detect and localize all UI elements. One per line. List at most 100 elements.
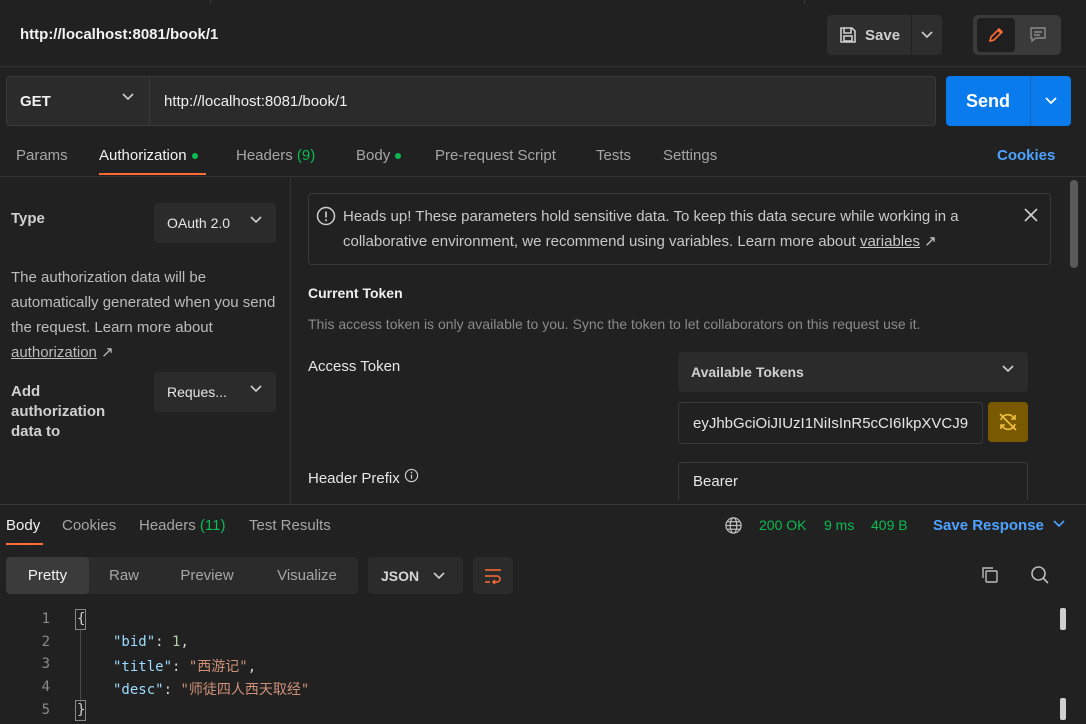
code-line-1[interactable]: {	[77, 611, 85, 627]
tab-count: (11)	[199, 517, 226, 534]
tab-label: Settings	[663, 147, 718, 164]
response-time[interactable]: 9 ms	[824, 517, 854, 533]
header-prefix-text: Header Prefix	[308, 470, 400, 487]
auth-description-text: The authorization data will be automatic…	[11, 269, 276, 336]
view-raw-button[interactable]: Raw	[89, 557, 159, 594]
code-line-4[interactable]: "desc": "师徒四人西天取经"	[113, 679, 309, 699]
brace-close: }	[77, 702, 86, 718]
available-tokens-select[interactable]: Available Tokens	[678, 352, 1028, 392]
save-response-button[interactable]: Save Response	[933, 517, 1044, 534]
chevron-down-icon	[122, 93, 134, 101]
tab-strip-edge	[210, 0, 805, 4]
comment-icon	[1029, 26, 1047, 44]
authorization-link[interactable]: authorization	[11, 344, 97, 361]
copy-icon[interactable]	[980, 565, 1000, 585]
tab-authorization[interactable]: Authorization	[99, 147, 198, 164]
code-line-3[interactable]: "title": "西游记",	[113, 656, 256, 676]
save-options-button[interactable]	[912, 15, 942, 55]
tab-label: Pre-request Script	[435, 147, 556, 164]
globe-icon[interactable]	[724, 516, 743, 535]
chevron-down-icon	[250, 216, 262, 224]
comma: ,	[247, 659, 257, 675]
colon: :	[172, 659, 189, 675]
tab-count: (9)	[296, 147, 316, 164]
chevron-down-icon	[250, 385, 262, 393]
add-auth-data-select[interactable]: Reques...	[154, 372, 276, 412]
chevron-down-icon[interactable]	[1053, 520, 1065, 528]
sync-token-button[interactable]	[988, 402, 1028, 442]
json-key: "desc"	[113, 682, 164, 698]
response-tab-body[interactable]: Body	[6, 517, 40, 534]
method-select[interactable]: GET	[6, 76, 150, 126]
response-divider[interactable]	[0, 504, 1086, 505]
chevron-down-icon	[433, 572, 445, 580]
send-button[interactable]: Send	[946, 76, 1030, 126]
header-prefix-value: Bearer	[693, 473, 739, 490]
close-icon[interactable]	[1024, 208, 1038, 222]
tab-label: Body	[6, 517, 41, 534]
tab-settings[interactable]: Settings	[663, 147, 717, 164]
access-token-value: eyJhbGciOiJIUzI1NiIsInR5cCI6IkpXVCJ9	[693, 414, 969, 432]
access-token-input[interactable]: eyJhbGciOiJIUzI1NiIsInR5cCI6IkpXVCJ9	[678, 402, 983, 444]
access-token-label: Access Token	[308, 358, 401, 375]
view-pretty-button[interactable]: Pretty	[6, 557, 89, 594]
line-number: 4	[41, 679, 50, 695]
save-icon	[839, 26, 857, 44]
search-icon[interactable]	[1030, 565, 1050, 585]
available-tokens-label: Available Tokens	[691, 364, 804, 380]
comments-button[interactable]	[1019, 18, 1057, 52]
view-visualize-button[interactable]: Visualize	[260, 557, 354, 594]
scrollbar[interactable]	[1070, 180, 1078, 268]
wrap-lines-icon	[483, 567, 503, 585]
save-button[interactable]: Save	[827, 15, 911, 55]
modified-dot	[395, 153, 402, 160]
tab-label: Headers	[139, 517, 196, 534]
tab-body[interactable]: Body	[356, 147, 402, 164]
chevron-down-icon	[1002, 365, 1014, 373]
tab-tests[interactable]: Tests	[596, 147, 631, 164]
view-preview-button[interactable]: Preview	[163, 557, 251, 594]
scrollbar-thumb[interactable]	[1060, 698, 1066, 720]
tab-label: Tests	[596, 147, 632, 164]
sync-off-icon	[997, 411, 1019, 433]
add-auth-data-label: Add authorization data to	[11, 383, 106, 440]
tab-label: Params	[16, 147, 68, 164]
response-size[interactable]: 409 B	[871, 517, 908, 533]
current-token-title: Current Token	[308, 285, 403, 301]
tab-label: Body	[356, 147, 391, 164]
response-status[interactable]: 200 OK	[759, 517, 806, 533]
header-prefix-input[interactable]: Bearer	[678, 462, 1028, 500]
request-title[interactable]: http://localhost:8081/book/1	[20, 26, 218, 43]
json-key: "bid"	[113, 634, 156, 650]
json-key: "title"	[113, 659, 173, 675]
brace-open: {	[77, 611, 86, 627]
send-options-button[interactable]	[1030, 76, 1071, 126]
code-line-5[interactable]: }	[77, 702, 85, 718]
scrollbar-thumb[interactable]	[1060, 608, 1066, 630]
response-tab-cookies[interactable]: Cookies	[62, 517, 116, 534]
comma: ,	[180, 634, 189, 650]
line-number: 2	[41, 634, 50, 650]
add-auth-data-value: Reques...	[167, 384, 227, 400]
format-select[interactable]: JSON	[368, 557, 463, 594]
response-tab-test-results[interactable]: Test Results	[249, 517, 331, 534]
active-tab-indicator	[6, 543, 43, 545]
cookies-link[interactable]: Cookies	[997, 147, 1055, 164]
auth-type-select[interactable]: OAuth 2.0	[154, 203, 276, 243]
external-link-icon: ↗	[101, 344, 114, 361]
code-line-2[interactable]: "bid": 1,	[113, 634, 189, 650]
json-string: "西游记"	[188, 659, 248, 675]
wrap-lines-button[interactable]	[473, 557, 513, 594]
line-number: 1	[41, 611, 50, 627]
tab-headers[interactable]: Headers (9)	[236, 147, 315, 164]
variables-link[interactable]: variables	[860, 233, 920, 250]
url-input[interactable]: http://localhost:8081/book/1	[150, 76, 936, 126]
response-tab-headers[interactable]: Headers (11)	[139, 517, 225, 534]
edit-mode-button[interactable]	[977, 18, 1015, 52]
tab-pre-request-script[interactable]: Pre-request Script	[435, 147, 556, 164]
info-icon[interactable]	[404, 468, 419, 483]
current-token-subtitle: This access token is only available to y…	[308, 316, 921, 332]
tab-params[interactable]: Params	[16, 147, 68, 164]
colon: :	[155, 634, 173, 650]
json-string: "师徒四人西天取经"	[180, 682, 310, 698]
